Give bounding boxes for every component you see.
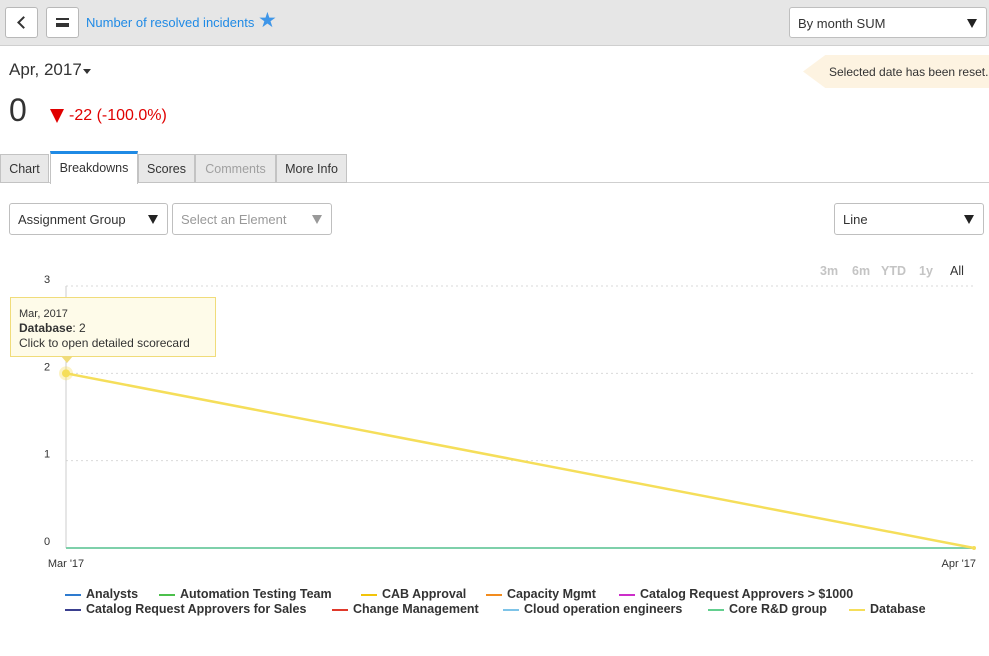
- legend-label: Automation Testing Team: [180, 587, 332, 601]
- legend-label: Capacity Mgmt: [507, 587, 596, 601]
- legend-label: Core R&D group: [729, 602, 827, 616]
- legend-swatch: [849, 609, 865, 611]
- tooltip-date: Mar, 2017: [19, 308, 68, 320]
- y-tick-label: 1: [44, 449, 50, 461]
- legend-swatch: [708, 609, 724, 611]
- legend-label: Change Management: [353, 602, 479, 616]
- legend-swatch: [503, 609, 519, 611]
- data-point: [972, 546, 976, 550]
- legend-swatch: [65, 609, 81, 611]
- legend-label: Database: [870, 602, 926, 616]
- legend-swatch: [619, 594, 635, 596]
- chart-tooltip[interactable]: Mar, 2017 Database: 2 Click to open deta…: [10, 297, 216, 357]
- legend-label: Catalog Request Approvers > $1000: [640, 587, 854, 601]
- legend-label: CAB Approval: [382, 587, 467, 601]
- tooltip-value-line: Database: 2: [19, 321, 86, 335]
- legend-swatch: [332, 609, 348, 611]
- legend-label: Cloud operation engineers: [524, 602, 683, 616]
- y-tick-label: 0: [44, 536, 50, 548]
- data-point: [62, 369, 70, 378]
- y-tick-label: 2: [44, 361, 50, 373]
- legend-swatch: [159, 594, 175, 596]
- tooltip-arrow: [61, 356, 73, 363]
- tooltip-hint: Click to open detailed scorecard: [19, 336, 190, 350]
- tooltip-value: : 2: [72, 321, 86, 335]
- legend-label: Analysts: [86, 587, 139, 601]
- x-tick-label: Mar '17: [48, 558, 84, 570]
- legend-swatch: [361, 594, 377, 596]
- legend-label: Catalog Request Approvers for Sales: [86, 602, 307, 616]
- legend-swatch: [486, 594, 502, 596]
- tooltip-series: Database: [19, 321, 73, 335]
- y-tick-label: 3: [44, 274, 50, 286]
- x-tick-label: Apr '17: [941, 558, 976, 570]
- legend-swatch: [65, 594, 81, 596]
